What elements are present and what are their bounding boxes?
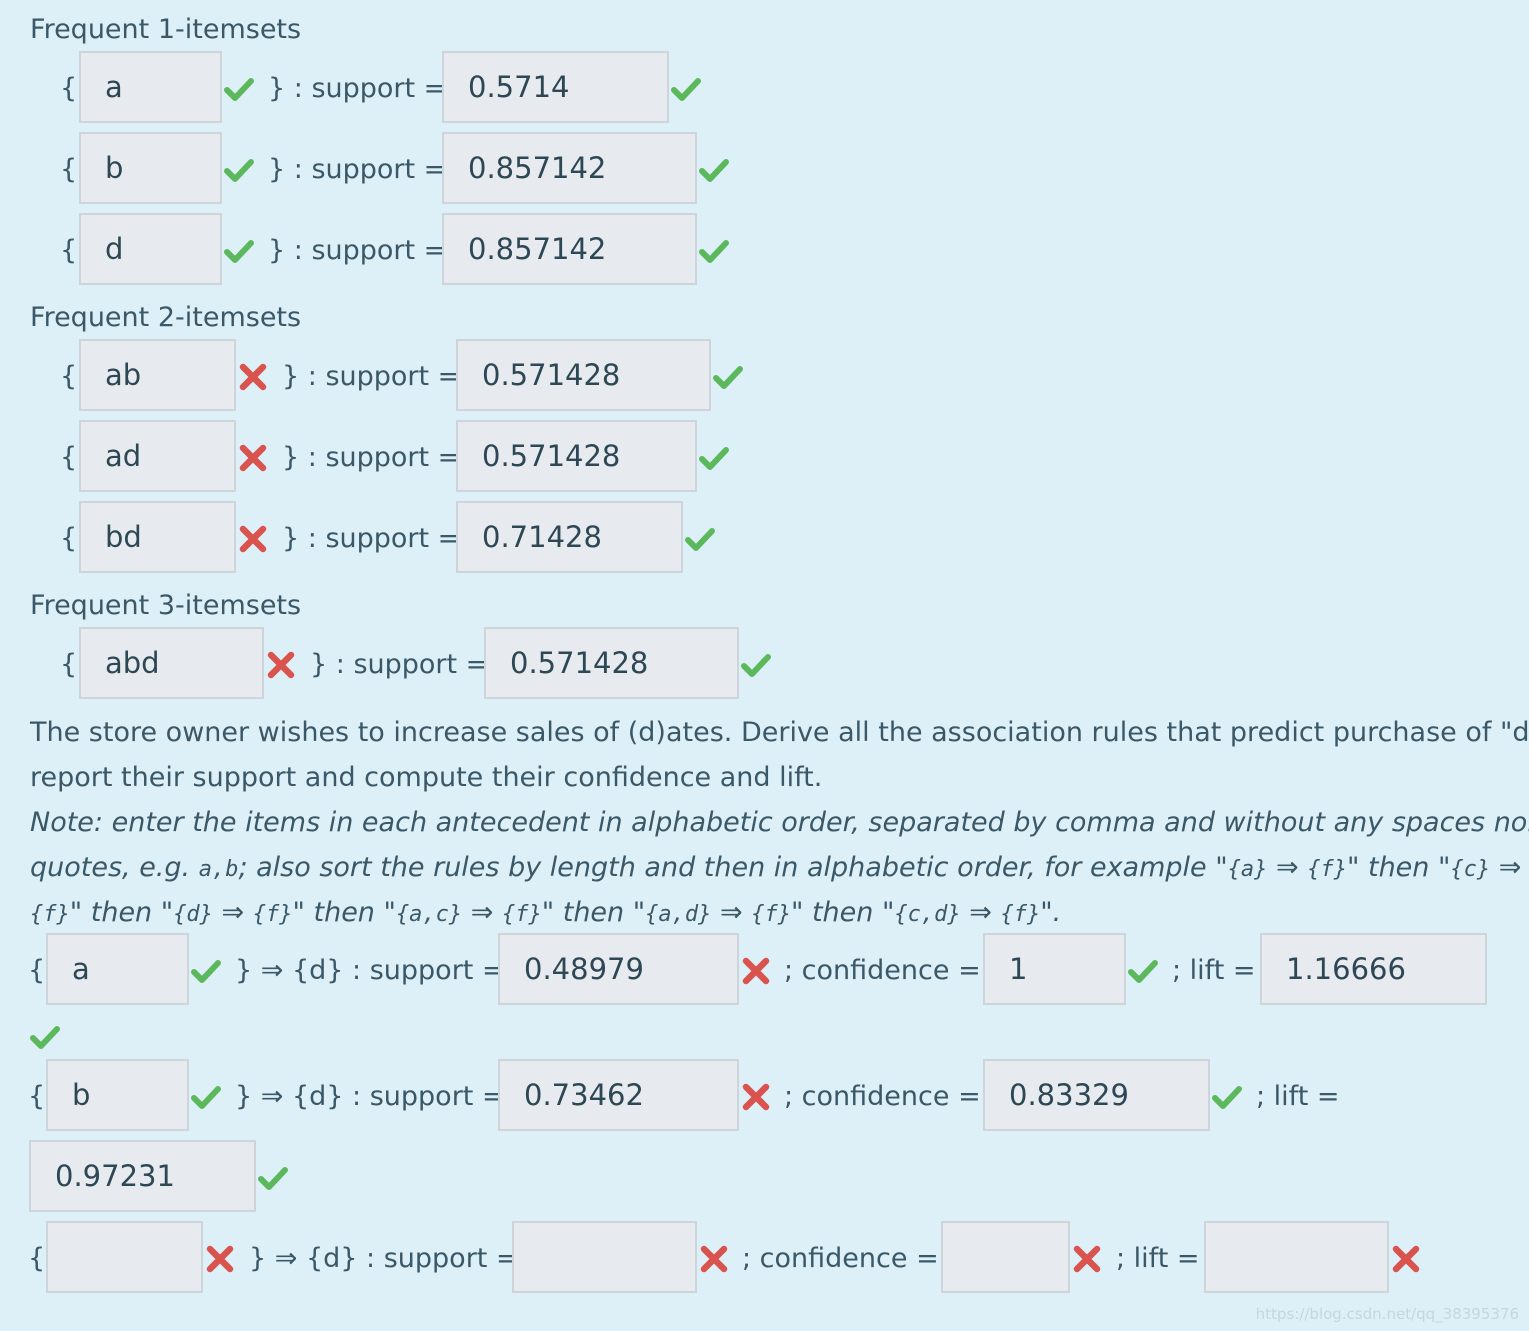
check-icon — [191, 1086, 221, 1109]
itemset-input[interactable]: ab — [79, 339, 236, 411]
open-brace: { — [28, 1081, 46, 1112]
check-icon — [699, 240, 729, 263]
check-icon — [741, 654, 771, 677]
open-brace: { — [28, 955, 46, 986]
rule-support-label: } ⇒ {d} : support = — [235, 1081, 505, 1112]
lift-input[interactable]: 1.16666 — [1260, 933, 1487, 1005]
lift-label: ; lift = — [1256, 1081, 1340, 1112]
open-brace: { — [60, 523, 78, 554]
support-input[interactable]: 0.571428 — [484, 627, 739, 699]
question-line-2: report their support and compute their c… — [30, 762, 823, 793]
antecedent-input[interactable]: a — [46, 933, 189, 1005]
antecedent-input[interactable]: b — [46, 1059, 189, 1131]
watermark: https://blog.csdn.net/qq_38395376 — [1255, 1305, 1519, 1323]
confidence-input[interactable]: 0.83329 — [983, 1059, 1210, 1131]
confidence-label: ; confidence = — [784, 1081, 981, 1112]
itemset-input[interactable]: a — [79, 51, 222, 123]
note-line-2: quotes, e.g. a,b; also sort the rules by… — [30, 852, 1522, 883]
check-icon — [699, 159, 729, 182]
support-label: } : support = — [282, 442, 461, 473]
open-brace: { — [60, 649, 78, 680]
heading-2-itemsets: Frequent 2-itemsets — [30, 302, 302, 333]
rule-support-input[interactable]: 0.48979 — [498, 933, 739, 1005]
confidence-input[interactable] — [941, 1221, 1070, 1293]
check-icon — [713, 366, 743, 389]
itemset-input[interactable]: d — [79, 213, 222, 285]
lift-input[interactable] — [1204, 1221, 1389, 1293]
check-icon — [224, 240, 254, 263]
cross-icon — [206, 1245, 234, 1273]
check-icon — [1212, 1086, 1242, 1109]
lift-label: ; lift = — [1116, 1243, 1200, 1274]
check-icon — [685, 528, 715, 551]
check-icon — [1128, 960, 1158, 983]
check-icon — [191, 960, 221, 983]
lift-label: ; lift = — [1172, 955, 1256, 986]
support-input[interactable]: 0.571428 — [456, 420, 697, 492]
lift-input[interactable]: 0.97231 — [29, 1140, 256, 1212]
cross-icon — [267, 651, 295, 679]
antecedent-input[interactable] — [46, 1221, 203, 1293]
cross-icon — [1073, 1245, 1101, 1273]
support-input[interactable]: 0.5714 — [442, 51, 669, 123]
rule-support-label: } ⇒ {d} : support = — [235, 955, 505, 986]
rule-support-label: } ⇒ {d} : support = — [249, 1243, 519, 1274]
open-brace: { — [60, 73, 78, 104]
check-icon — [224, 159, 254, 182]
confidence-label: ; confidence = — [742, 1243, 939, 1274]
itemset-input[interactable]: bd — [79, 501, 236, 573]
confidence-input[interactable]: 1 — [983, 933, 1126, 1005]
open-brace: { — [60, 154, 78, 185]
open-brace: { — [60, 361, 78, 392]
cross-icon — [239, 363, 267, 391]
open-brace: { — [60, 442, 78, 473]
heading-3-itemsets: Frequent 3-itemsets — [30, 590, 302, 621]
note-line-3: {f}" then "{d} ⇒ {f}" then "{a,c} ⇒ {f}"… — [30, 897, 1062, 928]
support-label: } : support = — [282, 523, 461, 554]
cross-icon — [239, 525, 267, 553]
cross-icon — [742, 957, 770, 985]
support-input[interactable]: 0.857142 — [442, 132, 697, 204]
cross-icon — [742, 1083, 770, 1111]
support-input[interactable]: 0.71428 — [456, 501, 683, 573]
support-label: } : support = — [268, 154, 447, 185]
check-icon — [30, 1026, 60, 1049]
cross-icon — [239, 444, 267, 472]
cross-icon — [700, 1245, 728, 1273]
question-line-1: The store owner wishes to increase sales… — [30, 717, 1529, 748]
itemset-input[interactable]: b — [79, 132, 222, 204]
rule-support-input[interactable] — [512, 1221, 697, 1293]
check-icon — [671, 78, 701, 101]
check-icon — [224, 78, 254, 101]
open-brace: { — [60, 235, 78, 266]
open-brace: { — [28, 1243, 46, 1274]
note-line-1: Note: enter the items in each antecedent… — [30, 807, 1529, 838]
support-label: } : support = — [282, 361, 461, 392]
cross-icon — [1392, 1245, 1420, 1273]
heading-1-itemsets: Frequent 1-itemsets — [30, 14, 302, 45]
support-label: } : support = — [310, 649, 489, 680]
support-input[interactable]: 0.857142 — [442, 213, 697, 285]
check-icon — [699, 447, 729, 470]
rule-support-input[interactable]: 0.73462 — [498, 1059, 739, 1131]
itemset-input[interactable]: ad — [79, 420, 236, 492]
support-input[interactable]: 0.571428 — [456, 339, 711, 411]
confidence-label: ; confidence = — [784, 955, 981, 986]
check-icon — [258, 1167, 288, 1190]
itemset-input[interactable]: abd — [79, 627, 264, 699]
support-label: } : support = — [268, 73, 447, 104]
support-label: } : support = — [268, 235, 447, 266]
